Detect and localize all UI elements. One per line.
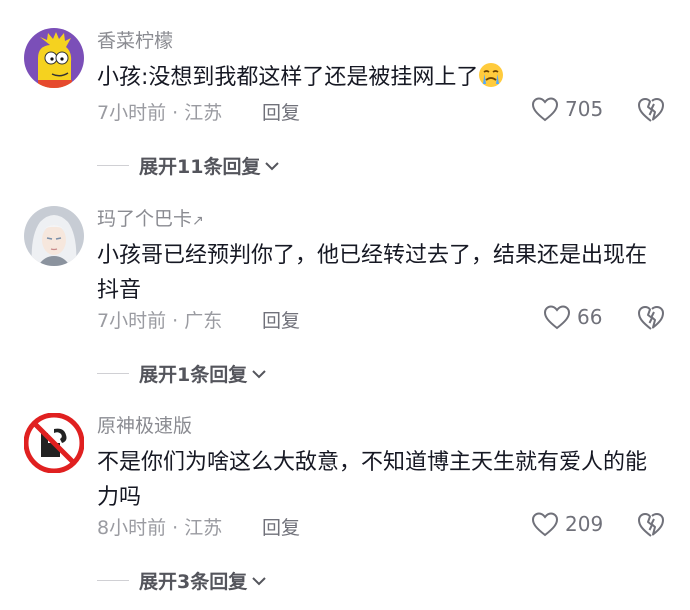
character-avatar-icon (24, 206, 84, 266)
timestamp-location: 7小时前 · 江苏 (97, 102, 223, 124)
dislike-button[interactable] (636, 96, 666, 124)
expand-replies-button[interactable]: 展开1条回复 (97, 360, 268, 387)
divider (97, 165, 129, 166)
comment-text: 小孩哥已经预判你了，他已经转过去了，结果还是出现在抖音 (97, 243, 648, 303)
comment-text: 不是你们为啥这么大敌意，不知道博主天生就有爱人的能力吗 (97, 450, 648, 510)
chevron-down-icon (265, 161, 280, 170)
expand-replies-label: 展开1条回复 (139, 364, 248, 386)
like-button[interactable]: 705 (531, 96, 603, 122)
avatar[interactable] (24, 413, 84, 473)
comment-text-body: 小孩:没想到我都这样了还是被挂网上了 (97, 65, 479, 90)
reply-button[interactable]: 回复 (262, 98, 300, 125)
username[interactable]: 香菜柠檬 (97, 28, 173, 54)
username[interactable]: 原神极速版 (97, 413, 192, 439)
dislike-button[interactable] (636, 511, 666, 539)
prohibition-sign-icon (24, 413, 84, 473)
username-suffix: ↗ (192, 213, 204, 229)
expand-replies-button[interactable]: 展开11条回复 (97, 152, 281, 179)
username-text: 玛了个巴卡 (97, 208, 193, 230)
avatar[interactable] (24, 206, 84, 266)
avatar[interactable] (24, 28, 84, 88)
reply-button[interactable]: 回复 (262, 513, 300, 540)
comment-text: 小孩:没想到我都这样了还是被挂网上了 (97, 60, 667, 99)
broken-heart-icon (638, 513, 664, 537)
chevron-down-icon (252, 369, 266, 378)
chevron-down-icon (252, 576, 266, 585)
heart-icon (531, 512, 559, 537)
timestamp-location: 7小时前 · 广东 (97, 310, 223, 332)
expand-replies-label: 展开11条回复 (139, 156, 261, 178)
reply-button[interactable]: 回复 (262, 306, 300, 333)
username[interactable]: 玛了个巴卡↗ (97, 206, 204, 234)
like-count: 209 (565, 512, 604, 536)
heart-icon (531, 97, 559, 122)
timestamp-location: 8小时前 · 江苏 (97, 517, 223, 539)
heart-icon (543, 305, 571, 330)
broken-heart-icon (638, 98, 664, 122)
like-count: 705 (565, 97, 604, 121)
expand-replies-button[interactable]: 展开3条回复 (97, 567, 268, 594)
like-button[interactable]: 209 (531, 511, 603, 537)
like-count: 66 (577, 305, 603, 329)
expand-replies-label: 展开3条回复 (139, 571, 248, 593)
dislike-button[interactable] (636, 304, 666, 332)
divider (97, 373, 129, 374)
cartoon-avatar-icon (24, 28, 84, 88)
divider (97, 580, 129, 581)
like-button[interactable]: 66 (543, 304, 602, 330)
broken-heart-icon (638, 306, 664, 330)
crying-face-icon (478, 62, 504, 99)
